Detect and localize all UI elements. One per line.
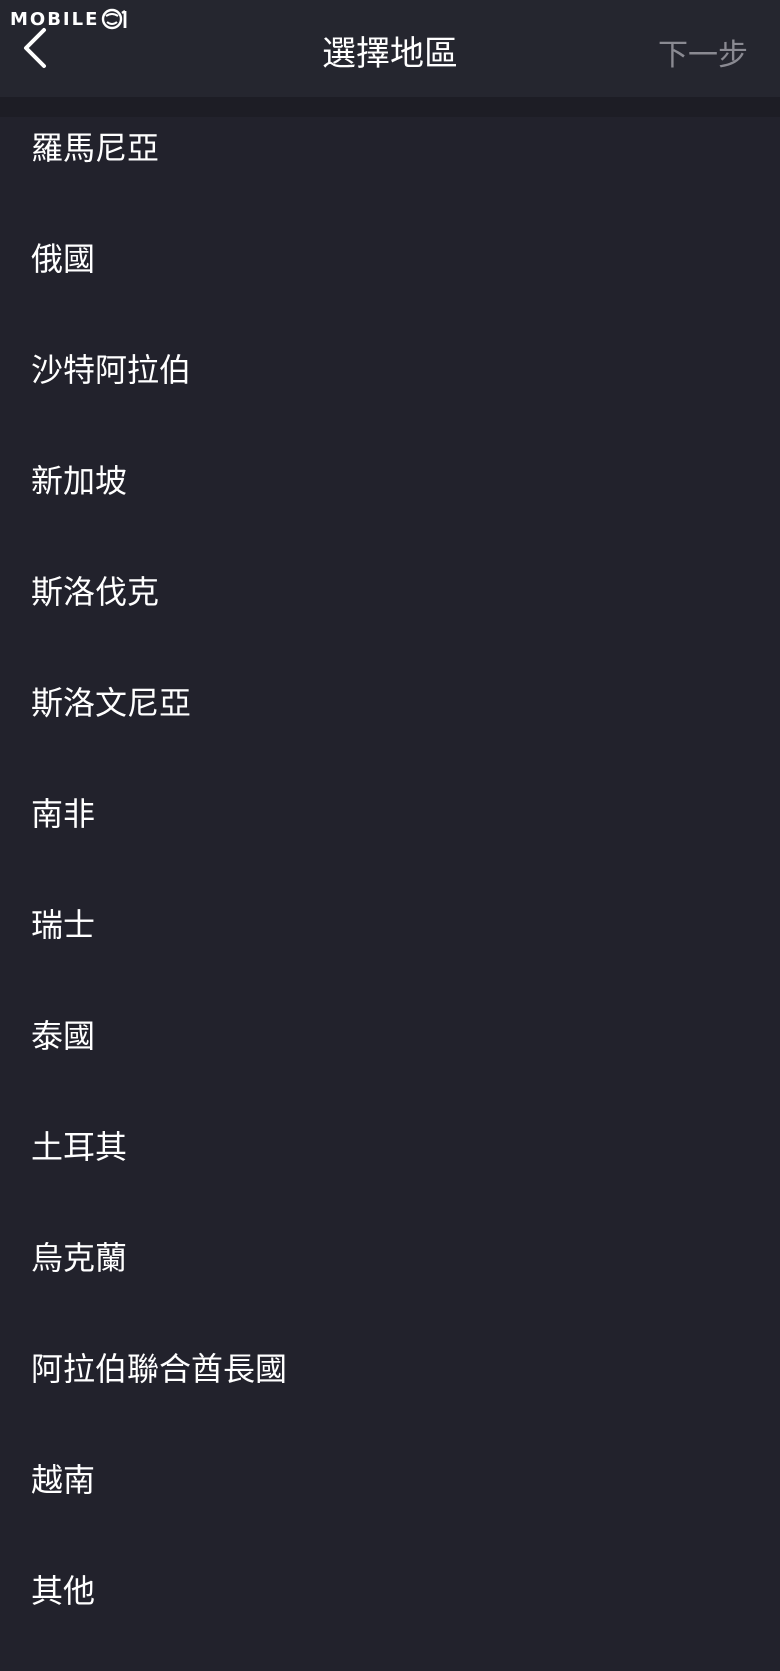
- watermark-logo: MOBILE: [10, 6, 129, 32]
- region-label: 泰國: [31, 1017, 96, 1055]
- region-label: 瑞士: [31, 906, 96, 944]
- region-item-slovenia[interactable]: 斯洛文尼亞: [0, 672, 780, 783]
- region-item-ukraine[interactable]: 烏克蘭: [0, 1227, 780, 1338]
- region-item-russia[interactable]: 俄國: [0, 228, 780, 339]
- region-item-other[interactable]: 其他: [0, 1560, 780, 1671]
- region-list: 羅馬尼亞 俄國 沙特阿拉伯 新加坡 斯洛伐克 斯洛文尼亞 南非 瑞士 泰國 土耳…: [0, 117, 780, 1671]
- region-item-saudi-arabia[interactable]: 沙特阿拉伯: [0, 339, 780, 450]
- region-item-uae[interactable]: 阿拉伯聯合酋長國: [0, 1338, 780, 1449]
- region-item-singapore[interactable]: 新加坡: [0, 450, 780, 561]
- region-item-romania[interactable]: 羅馬尼亞: [0, 117, 780, 228]
- region-item-vietnam[interactable]: 越南: [0, 1449, 780, 1560]
- region-item-turkey[interactable]: 土耳其: [0, 1116, 780, 1227]
- region-label: 沙特阿拉伯: [31, 351, 192, 389]
- region-label: 俄國: [31, 240, 96, 278]
- region-label: 阿拉伯聯合酋長國: [31, 1350, 288, 1388]
- region-item-slovakia[interactable]: 斯洛伐克: [0, 561, 780, 672]
- region-label: 斯洛伐克: [31, 573, 160, 611]
- next-button[interactable]: 下一步: [658, 30, 748, 74]
- region-item-switzerland[interactable]: 瑞士: [0, 894, 780, 1005]
- region-label: 土耳其: [31, 1128, 128, 1166]
- chevron-left-icon: [24, 28, 46, 68]
- region-item-thailand[interactable]: 泰國: [0, 1005, 780, 1116]
- header-divider: [0, 97, 780, 117]
- region-item-south-africa[interactable]: 南非: [0, 783, 780, 894]
- mobile01-logo-icon: [102, 8, 127, 30]
- region-label: 其他: [31, 1572, 96, 1610]
- region-label: 南非: [31, 795, 96, 833]
- region-label: 斯洛文尼亞: [31, 684, 192, 722]
- watermark-text: MOBILE: [10, 8, 100, 30]
- region-label: 越南: [31, 1461, 96, 1499]
- region-label: 烏克蘭: [31, 1239, 128, 1277]
- region-label: 新加坡: [31, 462, 128, 500]
- region-label: 羅馬尼亞: [31, 129, 160, 167]
